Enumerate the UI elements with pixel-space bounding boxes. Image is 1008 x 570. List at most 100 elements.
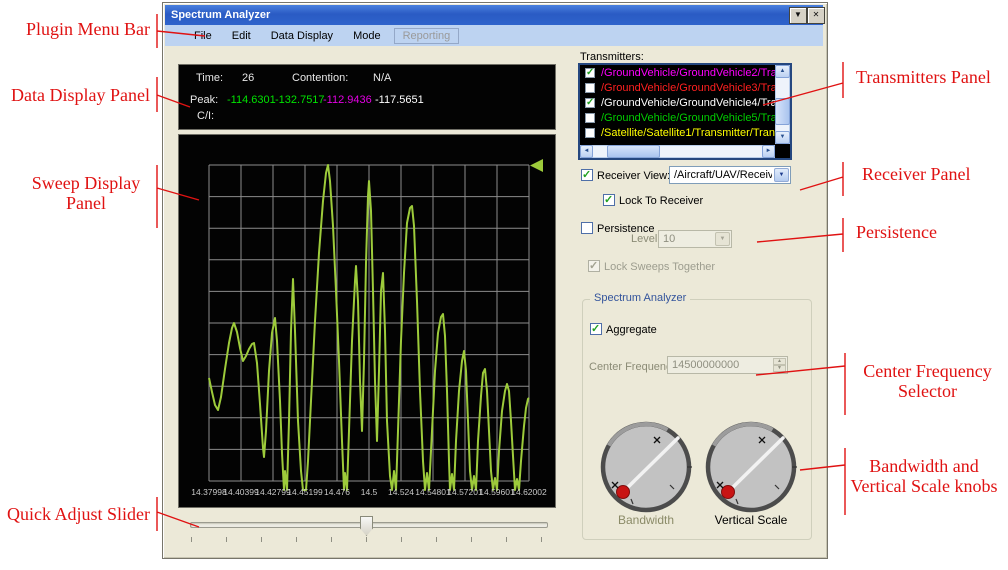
slider-tick [331,537,332,542]
level-combo[interactable]: 10 ▼ [658,230,732,248]
transmitter-checkbox[interactable] [585,128,595,138]
sweep-display-panel: 14.3799814.4039914.4279914.4519914.47614… [178,134,556,508]
menu-item-file[interactable]: File [187,28,219,44]
close-button[interactable]: ✕ [807,7,825,24]
transmitter-row[interactable]: /GroundVehicle/GroundVehicle2/Trans [580,66,775,81]
annotation-sweep-display-panel: Sweep DisplayPanel [15,173,157,213]
transmitter-checkbox[interactable] [585,113,595,123]
transmitter-checkbox[interactable] [585,68,595,78]
scroll-left-button[interactable]: ◄ [580,145,593,158]
window-title: Spectrum Analyzer [171,9,270,21]
scroll-right-button[interactable]: ► [762,145,775,158]
transmitter-path: /GroundVehicle/GroundVehicle2/Trans [601,67,775,79]
ci-label: C/I: [197,110,214,122]
transmitter-checkbox[interactable] [585,83,595,93]
slider-tick [366,537,367,542]
x-axis-label: 14.476 [324,487,350,497]
sweep-marker-triangle [530,159,543,172]
peak-value: -112.9436 [323,94,372,106]
annotation-data-display-panel: Data Display Panel [0,85,150,105]
annotation-quick-adjust-slider: Quick Adjust Slider [0,504,150,524]
title-bar[interactable]: Spectrum Analyzer [165,5,823,25]
bandwidth-knob-label: Bandwidth [600,513,692,527]
receiver-view-value: /Aircraft/UAV/Receive [674,169,772,181]
receiver-view-checkbox[interactable] [581,169,593,181]
menu-item-mode[interactable]: Mode [346,28,388,44]
menu-item-reporting: Reporting [394,28,460,44]
lock-to-receiver-label: Lock To Receiver [619,195,703,207]
close-icon: ✕ [813,10,820,19]
scroll-right-icon: ► [766,148,772,154]
receiver-view-combo[interactable]: /Aircraft/UAV/Receive ▼ [669,166,791,184]
plugin-menu-bar: File Edit Data Display Mode Reporting [165,25,823,46]
x-axis-label: 14.5 [361,487,378,497]
peak-value: -114.6301 [227,94,276,106]
dropdown-arrow-icon: ▼ [715,232,730,246]
level-label: Level: [631,233,660,245]
transmitter-checkbox[interactable] [585,98,595,108]
center-frequency-value: 14500000000 [672,359,769,371]
transmitters-hscroll-thumb[interactable] [607,145,660,158]
scroll-up-button[interactable]: ▲ [775,65,790,78]
menu-item-edit[interactable]: Edit [225,28,258,44]
slider-tick [541,537,542,542]
transmitter-row[interactable]: /GroundVehicle/GroundVehicle4/Tran [580,96,775,111]
annotation-receiver-panel: Receiver Panel [862,164,970,184]
window-menu-icon: ▼ [794,10,802,19]
level-value: 10 [663,233,713,245]
scroll-down-button[interactable]: ▼ [775,131,790,144]
knob-red-dot [617,486,630,499]
peak-value: -117.5651 [375,94,424,106]
bandwidth-knob[interactable] [598,419,694,515]
window-menu-button[interactable]: ▼ [789,7,807,24]
x-axis-label: 14.40399 [223,487,259,497]
scroll-down-icon: ▼ [780,134,786,140]
annotation-persistence: Persistence [856,222,937,242]
slider-tick [436,537,437,542]
transmitter-path: /GroundVehicle/GroundVehicle3/Trans [601,82,775,94]
x-axis-label: 14.524 [388,487,414,497]
transmitter-path: /Satellite/Satellite1/Transmitter/Transm [601,127,775,139]
aggregate-label: Aggregate [606,324,657,336]
transmitters-vscroll-thumb[interactable] [775,98,790,125]
annotation-center-frequency-selector: Center FrequencySelector [845,361,1008,401]
spin-down-icon[interactable]: ▼ [773,365,786,372]
slider-tick [296,537,297,542]
transmitter-path: /GroundVehicle/GroundVehicle4/Tran [601,97,775,109]
transmitter-path: /GroundVehicle/GroundVehicle5/Trans [601,112,775,124]
x-axis-label: 14.59601 [479,487,515,497]
contention-label: Contention: [292,72,348,84]
transmitter-row[interactable]: /GroundVehicle/GroundVehicle5/Trans [580,111,775,126]
x-axis-label: 14.54801 [415,487,451,497]
transmitters-label: Transmitters: [580,51,644,63]
slider-tick [226,537,227,542]
persistence-checkbox[interactable] [581,222,593,234]
center-frequency-field[interactable]: 14500000000 [667,356,788,374]
time-value: 26 [242,72,254,84]
spin-up-icon[interactable]: ▲ [773,358,786,365]
x-axis-label: 14.42799 [255,487,291,497]
slider-tick [471,537,472,542]
x-axis-label: 14.37998 [191,487,227,497]
lock-to-receiver-checkbox[interactable] [603,194,615,206]
peak-label: Peak: [190,94,218,106]
page: Spectrum Analyzer ▼ ✕ File Edit Data Displ… [0,0,1008,570]
annotation-bandwidth-vertical-scale-knobs: Bandwidth andVertical Scale knobs [840,456,1008,496]
lock-sweeps-together-checkbox[interactable] [588,260,600,272]
menu-item-data-display[interactable]: Data Display [264,28,340,44]
x-axis-label: 14.57201 [447,487,483,497]
peak-value: -132.7517 [275,94,325,106]
slider-tick [261,537,262,542]
transmitter-row[interactable]: /GroundVehicle/GroundVehicle3/Trans [580,81,775,96]
slider-tick [401,537,402,542]
vertical-scale-knob[interactable] [703,419,799,515]
receiver-view-label: Receiver View: [597,170,670,182]
scroll-left-icon: ◄ [584,148,590,154]
spectrum-analyzer-group-title: Spectrum Analyzer [590,292,690,304]
transmitter-row[interactable]: /Satellite/Satellite1/Transmitter/Transm [580,126,775,141]
dropdown-arrow-icon[interactable]: ▼ [774,168,789,182]
aggregate-checkbox[interactable] [590,323,602,335]
contention-value: N/A [373,72,391,84]
scroll-up-icon: ▲ [780,68,786,74]
knob-red-dot [722,486,735,499]
